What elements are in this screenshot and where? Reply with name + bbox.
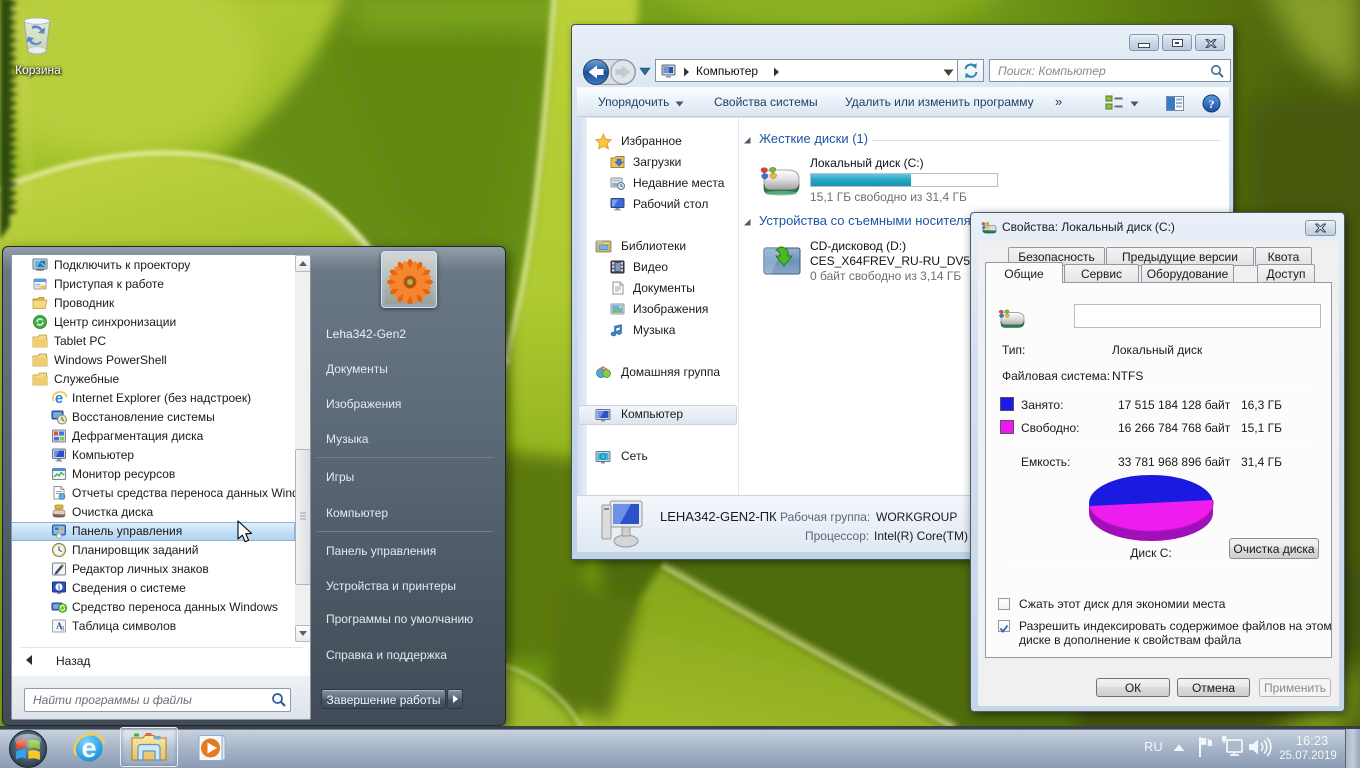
svg-text:?: ? <box>1209 97 1215 111</box>
svg-text:e: e <box>81 733 96 763</box>
